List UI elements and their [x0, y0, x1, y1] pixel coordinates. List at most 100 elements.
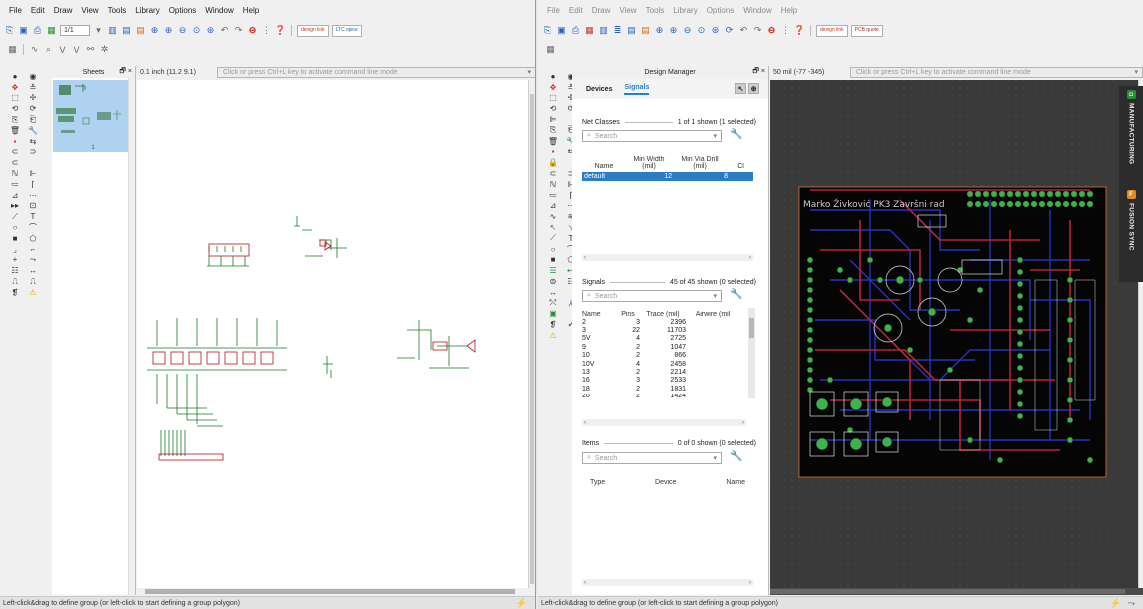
menu-window[interactable]: Window	[205, 6, 233, 15]
change-icon[interactable]: 🔧	[26, 125, 40, 136]
label-icon[interactable]: ▸▸	[8, 201, 22, 212]
menu-draw[interactable]: Draw	[54, 6, 73, 15]
zoom-icon[interactable]: ⊕	[748, 83, 759, 94]
sheet-thumbnail[interactable]: 1	[53, 80, 133, 152]
rotate-icon[interactable]: ⟲	[546, 103, 560, 114]
scroll-right-icon[interactable]: ›	[742, 420, 744, 426]
drc-icon[interactable]: ▤	[640, 25, 651, 36]
layer-icon[interactable]: ≛	[26, 82, 40, 93]
ltspice-button[interactable]: LTC spice	[331, 24, 362, 37]
signals-vscroll[interactable]	[748, 308, 755, 398]
schematic-switch-icon[interactable]: ▦	[584, 25, 595, 36]
name-icon[interactable]: ℕ	[8, 168, 22, 179]
wire-icon[interactable]: ⌟	[8, 244, 22, 255]
board-switch-icon[interactable]: ▦	[46, 25, 57, 36]
tab-devices[interactable]: Devices	[586, 86, 612, 93]
paste-icon[interactable]: ⎗	[26, 114, 40, 125]
print-icon[interactable]: ⎙	[32, 25, 43, 36]
canvas-horizontal-scrollbar[interactable]	[770, 588, 1143, 595]
sheets-scrollbar[interactable]	[128, 78, 135, 595]
mirror-icon[interactable]: ⟳	[26, 103, 40, 114]
erc-icon[interactable]: ▤	[121, 25, 132, 36]
align-icon[interactable]: ⊫	[546, 114, 560, 125]
open-icon[interactable]: ⎘	[542, 25, 553, 36]
menu-library[interactable]: Library	[135, 6, 159, 15]
col-clearance[interactable]: Cl	[728, 163, 753, 170]
grid-icon[interactable]: ▦	[545, 44, 556, 55]
table-row[interactable]: 18 2 1831	[582, 385, 746, 393]
settings-icon[interactable]: ✲	[99, 44, 110, 55]
erc-check-icon[interactable]: ⤳	[26, 255, 40, 266]
airwire-icon[interactable]: ↖	[546, 222, 560, 233]
cam-icon[interactable]: ▥	[107, 25, 118, 36]
menu-file[interactable]: File	[9, 6, 22, 15]
move-icon[interactable]: ✥	[8, 82, 22, 93]
add-icon[interactable]: +	[8, 255, 22, 266]
table-row[interactable]: 5V 4 2725	[582, 335, 746, 343]
table-row[interactable]: 10 2 866	[582, 352, 746, 360]
status-icon[interactable]: ⚡	[1110, 598, 1121, 609]
scrollbar-thumb[interactable]	[530, 94, 534, 584]
name-icon[interactable]: ℕ	[546, 179, 560, 190]
warning-icon[interactable]: ⚠	[546, 330, 560, 341]
value-tool-icon[interactable]: ⊩	[26, 168, 40, 179]
menu-view[interactable]: View	[619, 6, 636, 15]
menu-options[interactable]: Options	[169, 6, 197, 15]
col-airwire[interactable]: Airwire (mil	[686, 311, 740, 318]
items-search[interactable]: ⌕ Search ▾	[582, 452, 722, 464]
warning-icon[interactable]: ⚠	[26, 287, 40, 298]
airwire-status-icon[interactable]: ⤳	[1128, 598, 1135, 609]
delete-icon[interactable]: 🗑	[8, 125, 22, 136]
design-link-button[interactable]: design link	[297, 24, 329, 37]
col-trace[interactable]: Trace (mil)	[640, 311, 686, 318]
help-icon[interactable]: ❓	[794, 25, 805, 36]
via-icon[interactable]: ☰	[546, 265, 560, 276]
search-icon[interactable]: ⌕	[43, 44, 54, 55]
help-icon[interactable]: ❓	[275, 25, 286, 36]
menu-tools[interactable]: Tools	[646, 6, 665, 15]
menu-help[interactable]: Help	[781, 6, 797, 15]
add-part-icon[interactable]: ▪	[546, 147, 560, 158]
command-line-input[interactable]: Click or press Ctrl+L key to activate co…	[850, 67, 1143, 78]
zoom-out-icon[interactable]: ⊖	[682, 25, 693, 36]
smash-icon[interactable]: ⊂	[8, 157, 22, 168]
float-close-icon[interactable]: 🗗 ×	[752, 67, 765, 78]
col-type[interactable]: Type	[590, 479, 605, 486]
value-visible-icon[interactable]: V	[71, 44, 82, 55]
show-icon[interactable]: ◉	[26, 71, 40, 82]
net-classes-search[interactable]: ⌕ Search ▾	[582, 130, 722, 142]
attribute-icon[interactable]: ⊜	[546, 276, 560, 287]
manufacturing-panel-tab[interactable]: ◘ MANUFACTURING	[1121, 90, 1141, 164]
bus-icon[interactable]: ⋯	[26, 190, 40, 201]
menu-view[interactable]: View	[81, 6, 98, 15]
mark-icon[interactable]: ⎍	[26, 276, 40, 287]
table-row[interactable]: 16 3 2533	[582, 377, 746, 385]
canvas-vertical-scrollbar[interactable]	[528, 80, 535, 595]
zoom-in-icon[interactable]: ⊕	[668, 25, 679, 36]
arc-icon[interactable]: ⌒	[26, 222, 40, 233]
info-icon[interactable]: ●	[546, 71, 560, 82]
scrollbar-thumb[interactable]	[145, 589, 515, 594]
wrench-icon[interactable]: 🔧	[730, 129, 742, 140]
cam-icon[interactable]: ▥	[598, 25, 609, 36]
menu-draw[interactable]: Draw	[592, 6, 611, 15]
open-icon[interactable]: ⎘	[4, 25, 15, 36]
autorouter-icon[interactable]: ⤲	[546, 298, 560, 309]
status-icon[interactable]: ⚡	[516, 598, 527, 609]
table-row[interactable]: 13 2 2214	[582, 368, 746, 376]
menu-file[interactable]: File	[547, 6, 560, 15]
zoom-last-icon[interactable]: ⊛	[710, 25, 721, 36]
drc-icon[interactable]: ▤	[135, 25, 146, 36]
gate-swap-icon[interactable]: ⊂	[8, 147, 22, 158]
split-icon[interactable]: ≔	[8, 179, 22, 190]
command-dropdown-icon[interactable]: ▾	[527, 68, 531, 76]
fusion-sync-panel-tab[interactable]: F FUSION SYNC	[1121, 190, 1141, 251]
sheet-dropdown-icon[interactable]: ▾	[93, 25, 104, 36]
design-block-icon[interactable]: ❡	[546, 319, 560, 330]
link-icon[interactable]: ⚯	[85, 44, 96, 55]
menu-options[interactable]: Options	[707, 6, 735, 15]
stop-icon[interactable]: ⊖	[766, 25, 777, 36]
scroll-left-icon[interactable]: ‹	[584, 255, 586, 261]
more-icon[interactable]: ⋮	[780, 25, 791, 36]
zoom-select-icon[interactable]: ⊙	[696, 25, 707, 36]
